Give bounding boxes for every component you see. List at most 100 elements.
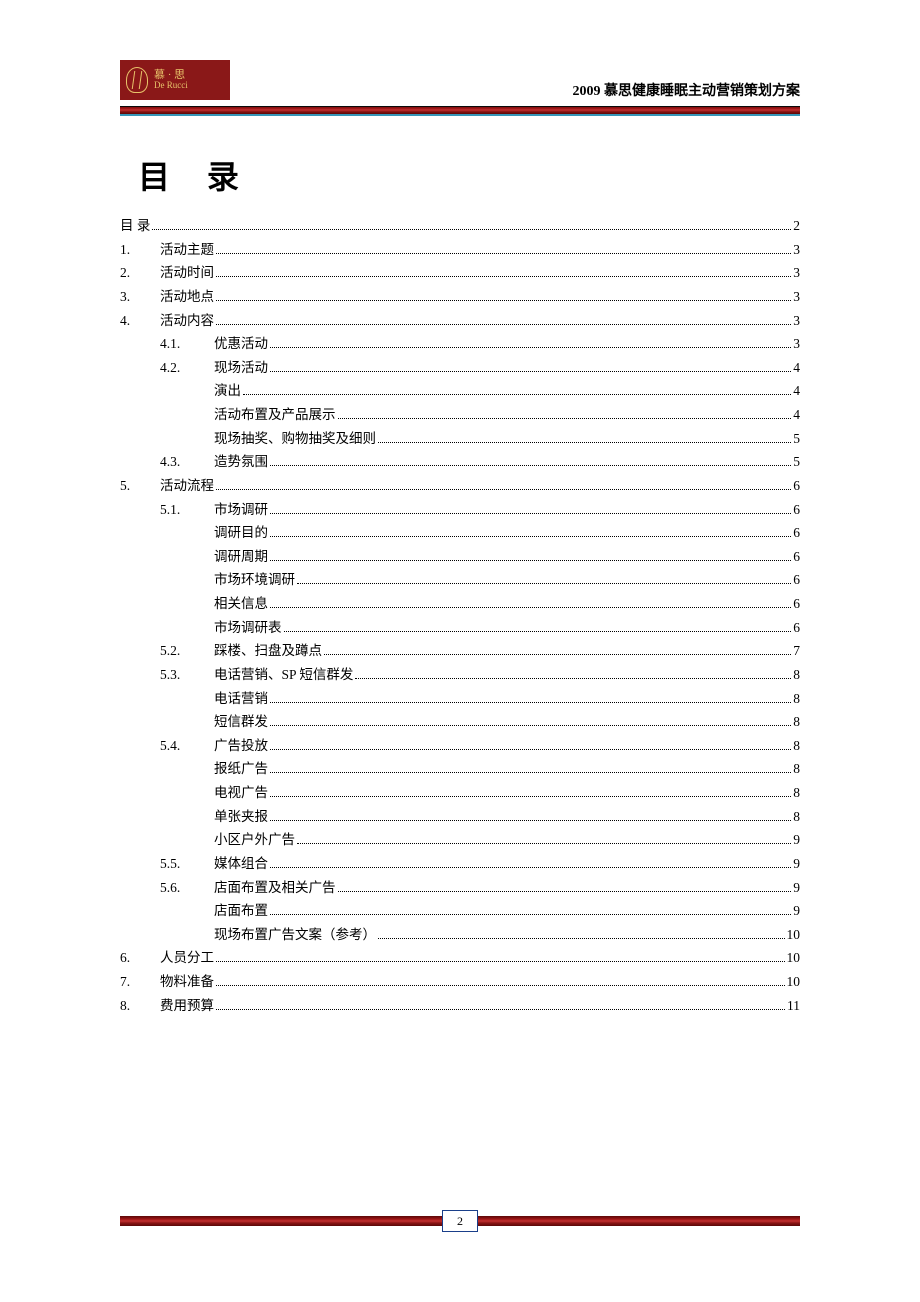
footer-rule-left (120, 1216, 442, 1226)
header-rule (120, 106, 800, 116)
toc-entry[interactable]: 5.4.广告投放8 (120, 734, 800, 758)
toc-entry-number: 5.5. (160, 852, 214, 876)
toc-entry[interactable]: 现场布置广告文案（参考）10 (120, 923, 800, 947)
toc-entry-label: 活动布置及产品展示 (214, 403, 336, 427)
toc-entry[interactable]: 调研目的6 (120, 521, 800, 545)
toc-entry-page: 6 (793, 616, 800, 640)
toc-entry-number: 5.1. (160, 498, 214, 522)
toc-entry-page: 9 (793, 899, 800, 923)
toc-entry-page: 3 (793, 309, 800, 333)
toc-entry[interactable]: 3.活动地点3 (120, 285, 800, 309)
toc-entry[interactable]: 5.3.电话营销、SP 短信群发 8 (120, 663, 800, 687)
toc-entry[interactable]: 调研周期 6 (120, 545, 800, 569)
toc-entry-label: 电视广告 (214, 781, 268, 805)
toc-entry-page: 9 (793, 852, 800, 876)
toc-entry-page: 2 (793, 214, 800, 238)
toc-leader-dots (270, 725, 791, 726)
toc-entry[interactable]: 5.1.市场调研6 (120, 498, 800, 522)
toc-entry[interactable]: 店面布置9 (120, 899, 800, 923)
toc-leader-dots (338, 891, 792, 892)
toc-entry-page: 8 (793, 757, 800, 781)
toc-leader-dots (270, 371, 791, 372)
toc-leader-dots (216, 489, 791, 490)
toc-entry[interactable]: 7.物料准备10 (120, 970, 800, 994)
toc-entry-page: 6 (793, 474, 800, 498)
toc-entry[interactable]: 短信群发8 (120, 710, 800, 734)
toc-leader-dots (216, 1009, 785, 1010)
toc-entry[interactable]: 目 录2 (120, 214, 800, 238)
toc-entry-label: 物料准备 (160, 970, 214, 994)
toc-leader-dots (297, 843, 791, 844)
toc-leader-dots (216, 985, 785, 986)
toc-entry[interactable]: 活动布置及产品展示 4 (120, 403, 800, 427)
toc-entry[interactable]: 电话营销 8 (120, 687, 800, 711)
toc-entry-page: 8 (793, 663, 800, 687)
toc-entry-label: 小区户外广告 (214, 828, 295, 852)
toc-entry-page: 11 (787, 994, 800, 1018)
toc-entry[interactable]: 电视广告8 (120, 781, 800, 805)
toc-entry-number: 5.3. (160, 663, 214, 687)
toc-entry-page: 6 (793, 545, 800, 569)
toc-leader-dots (324, 654, 791, 655)
toc-leader-dots (355, 678, 791, 679)
toc-entry-label: 市场环境调研 (214, 568, 295, 592)
toc-entry-label: 优惠活动 (214, 332, 268, 356)
toc-entry-label: 活动流程 (160, 474, 214, 498)
toc-entry-page: 8 (793, 687, 800, 711)
toc-leader-dots (270, 536, 791, 537)
toc-entry[interactable]: 5.2.踩楼、扫盘及蹲点7 (120, 639, 800, 663)
toc-entry[interactable]: 8.费用预算11 (120, 994, 800, 1018)
toc-entry-page: 10 (787, 946, 801, 970)
toc-entry-number: 5. (120, 474, 160, 498)
footer-page-number: 2 (442, 1210, 478, 1232)
toc-entry[interactable]: 4.3.造势氛围5 (120, 450, 800, 474)
toc-entry-label: 现场活动 (214, 356, 268, 380)
toc-entry-label: 现场抽奖、购物抽奖及细则 (214, 427, 376, 451)
toc-entry[interactable]: 4.1.优惠活动3 (120, 332, 800, 356)
toc-leader-dots (270, 867, 791, 868)
toc-entry-label: 踩楼、扫盘及蹲点 (214, 639, 322, 663)
toc-entry-page: 4 (793, 403, 800, 427)
toc-leader-dots (270, 796, 791, 797)
toc-entry-page: 10 (787, 923, 801, 947)
toc-entry-label: 活动地点 (160, 285, 214, 309)
toc-leader-dots (216, 300, 791, 301)
toc-entry-number: 5.4. (160, 734, 214, 758)
toc-leader-dots (270, 772, 791, 773)
toc-entry-label: 人员分工 (160, 946, 214, 970)
toc-leader-dots (270, 702, 791, 703)
toc-entry[interactable]: 2.活动时间3 (120, 261, 800, 285)
document-title: 2009 慕思健康睡眠主动营销策划方案 (573, 80, 801, 100)
toc-entry[interactable]: 报纸广告8 (120, 757, 800, 781)
toc-leader-dots (297, 583, 791, 584)
toc-entry[interactable]: 5.6.店面布置及相关广告9 (120, 876, 800, 900)
toc-entry-number: 1. (120, 238, 160, 262)
toc-entry[interactable]: 单张夹报8 (120, 805, 800, 829)
toc-leader-dots (270, 513, 791, 514)
toc-entry[interactable]: 演出4 (120, 379, 800, 403)
toc-entry-label: 单张夹报 (214, 805, 268, 829)
toc-entry-label: 电话营销 (214, 687, 268, 711)
toc-entry[interactable]: 现场抽奖、购物抽奖及细则5 (120, 427, 800, 451)
toc-entry[interactable]: 1.活动主题3 (120, 238, 800, 262)
toc-entry[interactable]: 5.活动流程 6 (120, 474, 800, 498)
toc-entry[interactable]: 市场环境调研6 (120, 568, 800, 592)
table-of-contents: 目 录21.活动主题32.活动时间33.活动地点34.活动内容34.1.优惠活动… (120, 214, 800, 1017)
toc-leader-dots (284, 631, 792, 632)
toc-leader-dots (152, 229, 791, 230)
toc-entry[interactable]: 4.活动内容3 (120, 309, 800, 333)
toc-entry-page: 3 (793, 261, 800, 285)
toc-entry[interactable]: 相关信息6 (120, 592, 800, 616)
brand-logo: 慕 · 思 De Rucci (120, 60, 230, 100)
toc-entry[interactable]: 6.人员分工10 (120, 946, 800, 970)
toc-entry-page: 5 (793, 450, 800, 474)
toc-entry[interactable]: 小区户外广告9 (120, 828, 800, 852)
toc-entry[interactable]: 5.5.媒体组合9 (120, 852, 800, 876)
toc-entry-label: 调研周期 (214, 545, 268, 569)
toc-entry-number: 4.3. (160, 450, 214, 474)
toc-entry-label: 活动内容 (160, 309, 214, 333)
toc-entry-label: 电话营销、SP 短信群发 (214, 663, 353, 687)
toc-entry[interactable]: 市场调研表6 (120, 616, 800, 640)
toc-entry-number: 5.6. (160, 876, 214, 900)
toc-entry[interactable]: 4.2.现场活动4 (120, 356, 800, 380)
